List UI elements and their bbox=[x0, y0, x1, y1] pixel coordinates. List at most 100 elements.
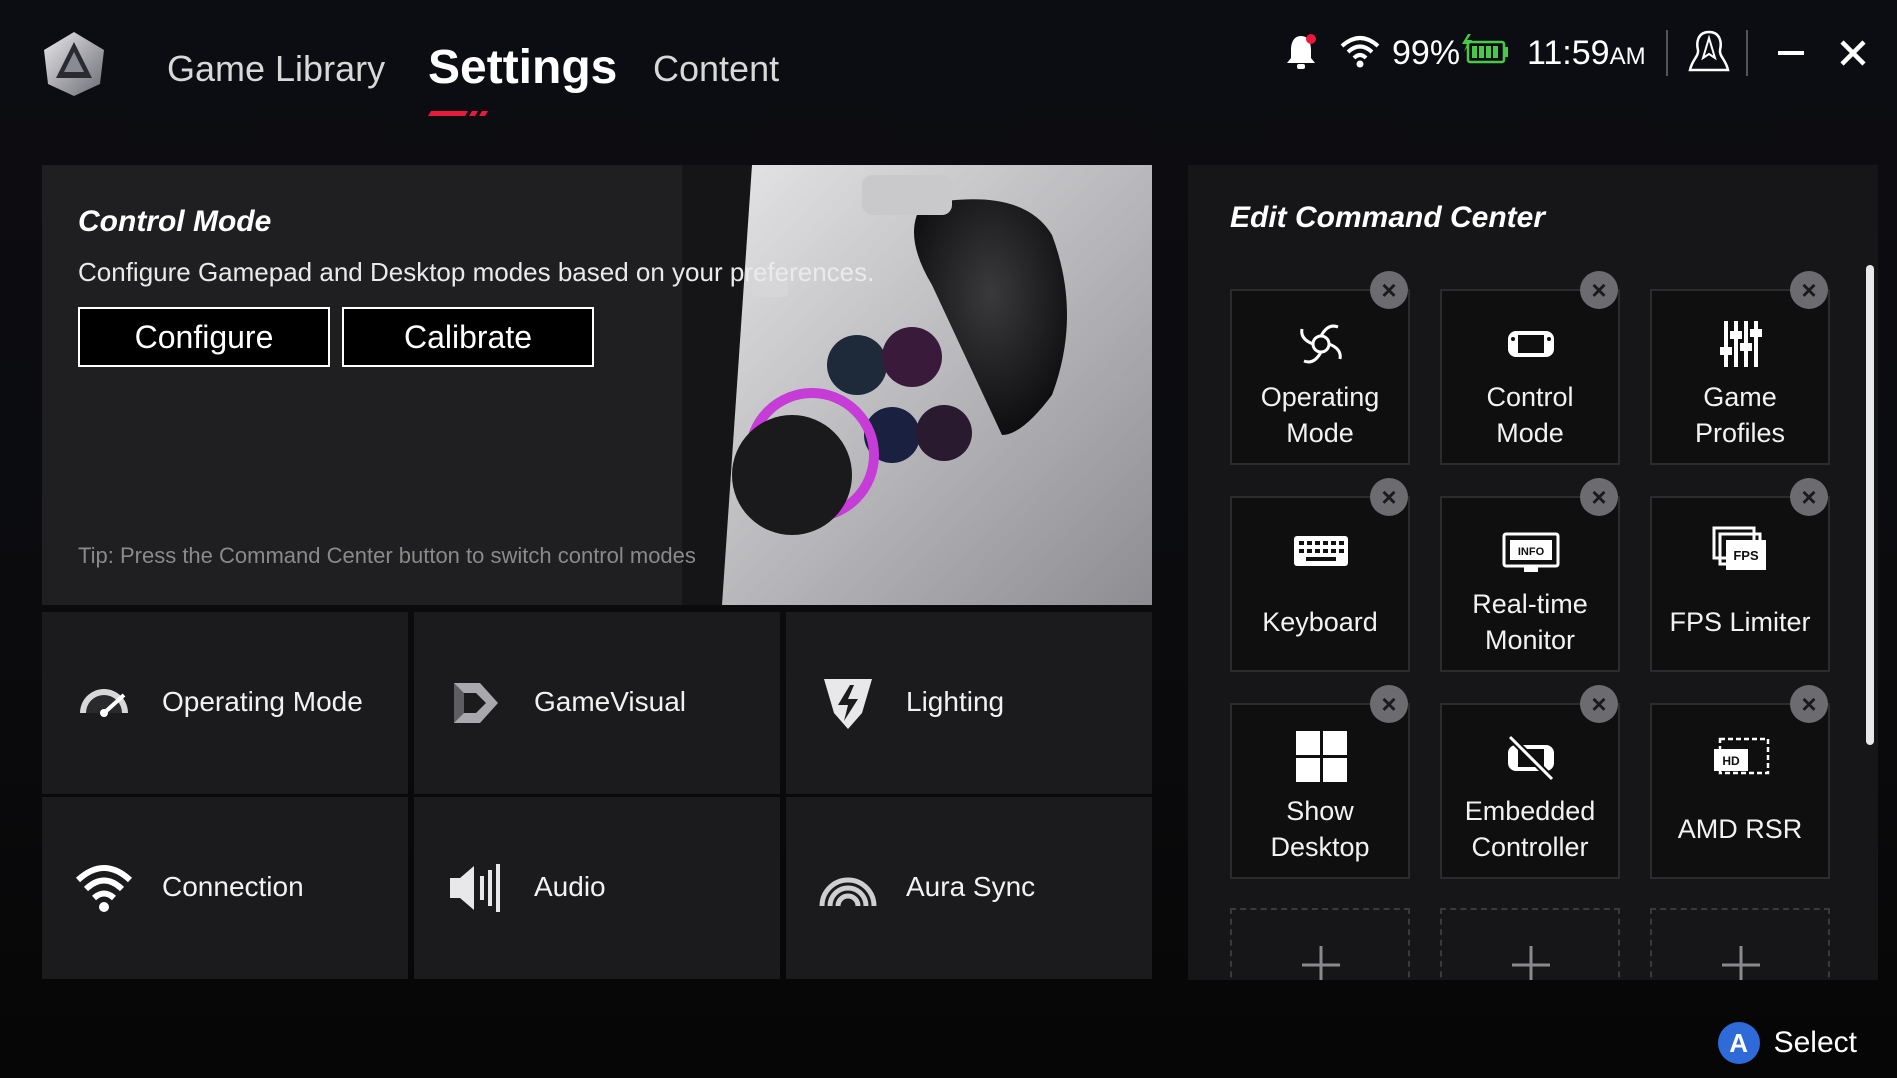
remove-icon[interactable]: × bbox=[1370, 685, 1408, 723]
tile-label: Connection bbox=[162, 871, 304, 902]
add-slot[interactable] bbox=[1650, 908, 1830, 980]
edit-command-center-panel: Edit Command Center Operating Mode × Con… bbox=[1188, 165, 1878, 980]
user-profile-icon[interactable] bbox=[1686, 28, 1732, 74]
cc-label-line1: Show bbox=[1286, 796, 1354, 826]
cc-item-control-mode[interactable]: Control Mode bbox=[1440, 289, 1620, 465]
hd-icon: HD bbox=[1714, 737, 1770, 775]
lighting-icon bbox=[824, 679, 872, 729]
battery-percent: 99% bbox=[1392, 34, 1461, 72]
remove-icon[interactable]: × bbox=[1580, 271, 1618, 309]
cc-label: FPS Limiter bbox=[1669, 607, 1811, 637]
bell-icon[interactable] bbox=[1284, 32, 1318, 72]
battery-charging-icon bbox=[1462, 34, 1508, 64]
clock-ampm: AM bbox=[1609, 43, 1646, 70]
cc-label-line2: Controller bbox=[1471, 832, 1589, 862]
cc-item-fps-limiter[interactable]: FPS FPS Limiter bbox=[1650, 496, 1830, 672]
cc-item-operating-mode[interactable]: Operating Mode bbox=[1230, 289, 1410, 465]
tile-label: Audio bbox=[534, 871, 606, 902]
aura-sync-icon bbox=[819, 877, 877, 907]
cc-label-line1: Embedded bbox=[1464, 796, 1596, 826]
tile-label: GameVisual bbox=[534, 686, 687, 717]
tile-gamevisual[interactable]: GameVisual bbox=[414, 612, 780, 794]
plus-icon bbox=[1722, 946, 1760, 980]
status-divider bbox=[1666, 30, 1668, 76]
tile-label: Operating Mode bbox=[162, 686, 363, 717]
control-mode-title: Control Mode bbox=[78, 205, 272, 238]
tab-game-library[interactable]: Game Library bbox=[167, 48, 385, 90]
tile-operating-mode[interactable]: Operating Mode bbox=[42, 612, 408, 794]
tile-label: Aura Sync bbox=[906, 871, 1036, 902]
tile-connection[interactable]: Connection bbox=[42, 797, 408, 979]
cc-label-line1: Operating bbox=[1260, 382, 1380, 412]
tab-content[interactable]: Content bbox=[653, 48, 779, 90]
cc-item-keyboard[interactable]: Keyboard bbox=[1230, 496, 1410, 672]
keyboard-icon bbox=[1294, 536, 1348, 566]
cc-label-line1: Game bbox=[1703, 382, 1777, 412]
cc-label-line1: Real-time bbox=[1472, 589, 1588, 619]
add-slot[interactable] bbox=[1230, 908, 1410, 980]
plus-icon bbox=[1512, 946, 1550, 980]
speedometer-icon bbox=[80, 689, 128, 717]
close-icon[interactable] bbox=[1838, 38, 1868, 68]
controller-off-icon bbox=[1507, 734, 1555, 782]
fps-icon: FPS bbox=[1712, 526, 1766, 570]
remove-icon[interactable]: × bbox=[1370, 271, 1408, 309]
select-hint: A Select bbox=[1717, 1022, 1857, 1064]
remove-icon[interactable]: × bbox=[1790, 685, 1828, 723]
remove-icon[interactable]: × bbox=[1370, 478, 1408, 516]
minimize-icon[interactable] bbox=[1776, 38, 1806, 68]
speaker-icon bbox=[450, 864, 500, 912]
cc-item-amd-rsr[interactable]: HD AMD RSR bbox=[1650, 703, 1830, 879]
a-button-icon: A bbox=[1717, 1022, 1760, 1064]
control-mode-panel: Control Mode Configure Gamepad and Deskt… bbox=[42, 165, 1152, 605]
cc-item-embedded-controller[interactable]: Embedded Controller bbox=[1440, 703, 1620, 879]
clock: 11:59AM bbox=[1527, 34, 1646, 73]
tile-lighting[interactable]: Lighting bbox=[786, 612, 1152, 794]
clock-time: 11:59 bbox=[1527, 34, 1610, 72]
plus-icon bbox=[1302, 946, 1340, 980]
cc-label: Keyboard bbox=[1262, 607, 1378, 637]
fps-badge: FPS bbox=[1733, 548, 1759, 563]
calibrate-button[interactable]: Calibrate bbox=[342, 307, 594, 367]
control-mode-tip: Tip: Press the Command Center button to … bbox=[78, 543, 696, 568]
wifi-icon[interactable] bbox=[1340, 34, 1380, 68]
tab-settings[interactable]: Settings bbox=[428, 40, 617, 95]
status-divider-2 bbox=[1746, 30, 1748, 76]
cc-label-line2: Profiles bbox=[1694, 418, 1786, 448]
edit-command-center-title: Edit Command Center bbox=[1230, 201, 1546, 234]
control-mode-description: Configure Gamepad and Desktop modes base… bbox=[78, 257, 875, 287]
fan-icon bbox=[1300, 324, 1342, 364]
handheld-device-image bbox=[682, 165, 1152, 605]
armoury-crate-logo-icon[interactable] bbox=[40, 30, 108, 98]
cc-label-line1: Control bbox=[1486, 382, 1574, 412]
cc-label: AMD RSR bbox=[1677, 814, 1803, 844]
cc-label-line2: Desktop bbox=[1270, 832, 1370, 862]
tile-label: Lighting bbox=[906, 686, 1005, 717]
add-slot[interactable] bbox=[1440, 908, 1620, 980]
sliders-icon bbox=[1720, 321, 1762, 367]
tile-audio[interactable]: Audio bbox=[414, 797, 780, 979]
tile-aura-sync[interactable]: Aura Sync bbox=[786, 797, 1152, 979]
cc-item-show-desktop[interactable]: Show Desktop bbox=[1230, 703, 1410, 879]
select-label: Select bbox=[1773, 1026, 1857, 1059]
hd-badge: HD bbox=[1722, 754, 1740, 768]
cc-item-real-time-monitor[interactable]: INFO Real-time Monitor bbox=[1440, 496, 1620, 672]
cc-label-line2: Monitor bbox=[1484, 625, 1576, 655]
remove-icon[interactable]: × bbox=[1580, 478, 1618, 516]
monitor-info-icon: INFO bbox=[1502, 532, 1560, 572]
remove-icon[interactable]: × bbox=[1790, 271, 1828, 309]
controller-icon bbox=[1508, 331, 1554, 357]
cc-label-line2: Mode bbox=[1496, 418, 1564, 448]
monitor-badge: INFO bbox=[1518, 546, 1545, 558]
cc-label-line2: Mode bbox=[1286, 418, 1354, 448]
remove-icon[interactable]: × bbox=[1790, 478, 1828, 516]
wifi-icon bbox=[75, 865, 133, 912]
scrollbar[interactable] bbox=[1866, 265, 1874, 745]
remove-icon[interactable]: × bbox=[1580, 685, 1618, 723]
active-tab-indicator bbox=[428, 111, 488, 116]
gamevisual-icon bbox=[454, 683, 498, 723]
configure-button[interactable]: Configure bbox=[78, 307, 330, 367]
windows-icon bbox=[1296, 731, 1347, 782]
top-bar: Game Library Settings Content 99% 11:59A… bbox=[0, 0, 1897, 130]
cc-item-game-profiles[interactable]: Game Profiles bbox=[1650, 289, 1830, 465]
